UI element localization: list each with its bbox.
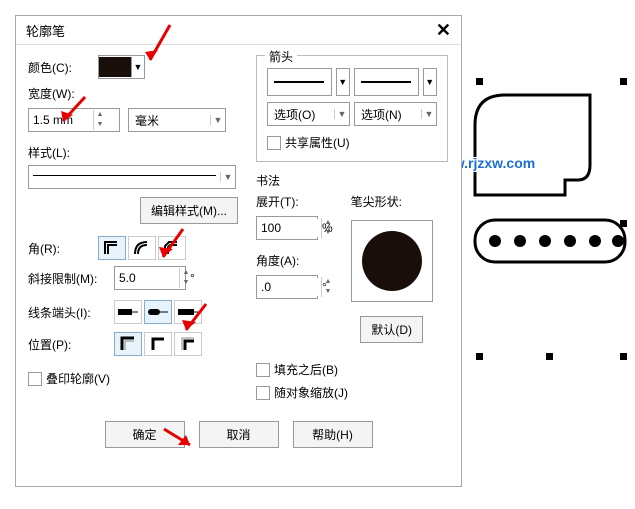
miter-unit: °	[190, 271, 195, 285]
angle-label: 角度(A):	[256, 252, 333, 269]
help-button[interactable]: 帮助(H)	[293, 421, 373, 448]
edit-style-button[interactable]: 编辑样式(M)...	[140, 197, 238, 224]
corner-group	[98, 236, 186, 260]
color-picker[interactable]: ▼	[98, 55, 145, 79]
default-button[interactable]: 默认(D)	[360, 316, 423, 343]
cap-round-icon[interactable]	[144, 300, 172, 324]
selection-handle[interactable]	[476, 353, 483, 360]
corner-label: 角(R):	[28, 240, 98, 257]
position-group	[114, 332, 202, 356]
spin-down-icon[interactable]: ▼	[94, 120, 106, 130]
pos-center-icon[interactable]	[144, 332, 172, 356]
miter-input[interactable]: ▲▼	[114, 266, 186, 290]
spread-label: 展开(T):	[256, 193, 333, 210]
titlebar: 轮廓笔 ✕	[16, 16, 461, 45]
chevron-down-icon: ▼	[132, 62, 144, 72]
chevron-down-icon[interactable]: ▼	[336, 68, 351, 96]
overprint-checkbox[interactable]: 叠印轮廓(V)	[28, 370, 238, 387]
width-unit-select[interactable]: 毫米▼	[128, 108, 226, 132]
pos-inside-icon[interactable]	[174, 332, 202, 356]
selection-handle[interactable]	[620, 353, 627, 360]
chevron-down-icon[interactable]: ▼	[423, 68, 438, 96]
arrowhead-group: 箭头 ▼ ▼ 选项(O)▼ 选项(N)▼ 共享属性(U)	[256, 55, 448, 162]
calligraphy-title: 书法	[256, 172, 448, 189]
behind-fill-checkbox[interactable]: 填充之后(B)	[256, 361, 448, 378]
outline-pen-dialog: 轮廓笔 ✕ 颜色(C): ▼ 宽度(W): ▲▼ 毫米▼ 样式(L): ▼ 编辑…	[15, 15, 462, 487]
nib-preview	[351, 220, 433, 302]
share-attributes-checkbox[interactable]: 共享属性(U)	[267, 134, 437, 151]
color-label: 颜色(C):	[28, 59, 98, 76]
color-swatch	[99, 57, 132, 77]
pos-outside-icon[interactable]	[114, 332, 142, 356]
cap-butt-icon[interactable]	[114, 300, 142, 324]
close-icon[interactable]: ✕	[436, 20, 451, 41]
scale-with-object-checkbox[interactable]: 随对象缩放(J)	[256, 384, 448, 401]
corner-bevel-icon[interactable]	[158, 236, 186, 260]
arrow-options-right[interactable]: 选项(N)▼	[354, 102, 437, 126]
position-label: 位置(P):	[28, 336, 114, 353]
chevron-down-icon: ▼	[210, 115, 225, 125]
arrow-end-select[interactable]	[354, 68, 419, 96]
selection-handle[interactable]	[620, 78, 627, 85]
chevron-down-icon: ▼	[220, 172, 235, 182]
selection-handle[interactable]	[620, 220, 627, 227]
nib-label: 笔尖形状:	[351, 193, 433, 210]
cancel-button[interactable]: 取消	[199, 421, 279, 448]
width-input[interactable]: ▲▼	[28, 108, 120, 132]
style-label: 样式(L):	[28, 144, 238, 161]
ok-button[interactable]: 确定	[105, 421, 185, 448]
miter-label: 斜接限制(M):	[28, 270, 114, 287]
style-select[interactable]: ▼	[28, 165, 236, 189]
arrow-start-select[interactable]	[267, 68, 332, 96]
selection-handle[interactable]	[476, 78, 483, 85]
arrow-options-left[interactable]: 选项(O)▼	[267, 102, 350, 126]
spread-input[interactable]: ▲▼	[256, 216, 318, 240]
arrowhead-legend: 箭头	[265, 48, 297, 65]
cap-group	[114, 300, 202, 324]
dialog-title: 轮廓笔	[26, 21, 65, 40]
canvas-object	[460, 80, 635, 383]
selection-handle[interactable]	[546, 353, 553, 360]
cap-square-icon[interactable]	[174, 300, 202, 324]
spin-up-icon[interactable]: ▲	[94, 110, 106, 120]
width-label: 宽度(W):	[28, 85, 98, 102]
corner-round-icon[interactable]	[128, 236, 156, 260]
cap-label: 线条端头(I):	[28, 304, 114, 321]
corner-miter-icon[interactable]	[98, 236, 126, 260]
angle-input[interactable]: ▲▼	[256, 275, 318, 299]
